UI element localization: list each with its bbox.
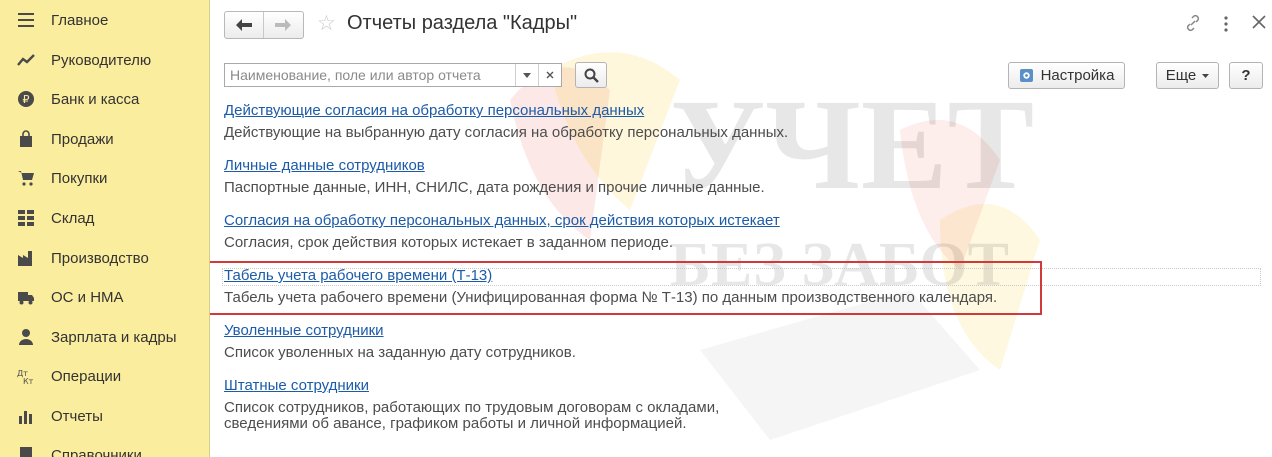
sidebar-item-label: Производство — [51, 249, 149, 267]
sidebar-item-purchases[interactable]: Покупки — [0, 161, 209, 195]
sidebar-item-label: Зарплата и кадры — [51, 328, 177, 346]
sidebar-item-manager[interactable]: Руководителю — [0, 43, 209, 77]
more-label: Еще — [1165, 67, 1197, 84]
search-input[interactable] — [225, 64, 515, 86]
settings-label: Настройка — [1040, 67, 1115, 84]
close-icon[interactable] — [1252, 15, 1266, 32]
sidebar-item-label: Справочники — [51, 446, 142, 457]
navigation-buttons — [224, 11, 304, 39]
star-favorite-icon[interactable]: ☆ — [317, 13, 336, 34]
settings-button[interactable]: Настройка — [1008, 62, 1125, 89]
settings-icon — [1019, 69, 1033, 82]
sidebar-item-label: Операции — [51, 367, 122, 385]
report-item: Личные данные сотрудников Паспортные дан… — [224, 157, 765, 196]
sidebar: Главное Руководителю ₽ Банк и касса Прод… — [0, 0, 210, 457]
book-icon — [15, 444, 37, 457]
arrow-left-icon — [236, 19, 252, 31]
bag-icon — [15, 128, 37, 150]
sidebar-item-operations[interactable]: Дт Кт Операции — [0, 359, 209, 393]
sidebar-item-label: Отчеты — [51, 407, 103, 425]
more-button[interactable]: Еще — [1156, 62, 1219, 89]
report-description-line2: сведениями об авансе, графиком работы и … — [224, 415, 687, 432]
sidebar-item-main[interactable]: Главное — [0, 3, 209, 37]
report-link[interactable]: Личные данные сотрудников — [224, 157, 765, 174]
main-content: УЧЕТ БЕЗ ЗАБОТ ☆ Отчеты раздела "Кадры" — [210, 0, 1272, 457]
report-description: Список уволенных на заданную дату сотруд… — [224, 344, 576, 361]
sidebar-item-label: ОС и НМА — [51, 288, 124, 306]
sidebar-item-label: Руководителю — [51, 51, 152, 69]
sidebar-item-label: Склад — [51, 209, 95, 227]
more-vertical-icon[interactable] — [1223, 15, 1229, 36]
find-button[interactable] — [575, 62, 607, 88]
report-link[interactable]: Штатные сотрудники — [224, 377, 719, 394]
dt-kt-icon: Дт Кт — [15, 365, 37, 387]
person-icon — [15, 326, 37, 348]
factory-icon — [15, 247, 37, 269]
forward-button[interactable] — [264, 12, 302, 38]
report-description: Паспортные данные, ИНН, СНИЛС, дата рожд… — [224, 179, 765, 196]
report-item: Действующие согласия на обработку персон… — [224, 102, 788, 141]
sidebar-item-bank[interactable]: ₽ Банк и касса — [0, 82, 209, 116]
ruble-coin-icon: ₽ — [15, 88, 37, 110]
sidebar-item-label: Главное — [51, 11, 109, 29]
menu-lines-icon — [15, 9, 37, 31]
sidebar-item-label: Банк и касса — [51, 90, 140, 108]
report-description: Действующие на выбранную дату согласия н… — [224, 124, 789, 141]
sidebar-item-label: Покупки — [51, 169, 108, 187]
sidebar-item-warehouse[interactable]: Склад — [0, 201, 209, 235]
search-field — [224, 63, 562, 87]
link-icon[interactable] — [1184, 14, 1202, 35]
cart-icon — [15, 167, 37, 189]
back-button[interactable] — [225, 12, 264, 38]
report-item: Штатные сотрудники Список сотрудников, р… — [224, 377, 719, 432]
report-description: Согласия, срок действия которых истекает… — [224, 234, 674, 251]
sidebar-item-fixed-assets[interactable]: ОС и НМА — [0, 280, 209, 314]
annotation-highlight-box — [210, 261, 1042, 315]
report-item: Уволенные сотрудники Список уволенных на… — [224, 322, 576, 361]
svg-text:Кт: Кт — [23, 377, 34, 385]
svg-text:₽: ₽ — [23, 93, 30, 106]
clear-icon — [546, 71, 554, 79]
report-item: Согласия на обработку персональных данны… — [224, 212, 780, 251]
chevron-down-icon — [1202, 73, 1210, 78]
sidebar-item-directories[interactable]: Справочники — [0, 438, 209, 457]
search-dropdown-button[interactable] — [515, 64, 538, 86]
report-link[interactable]: Согласия на обработку персональных данны… — [224, 212, 780, 229]
search-icon — [584, 68, 599, 83]
trend-icon — [15, 49, 37, 71]
grid-icon — [15, 207, 37, 229]
help-button[interactable]: ? — [1229, 62, 1263, 89]
page-title: Отчеты раздела "Кадры" — [347, 12, 578, 34]
search-clear-button[interactable] — [538, 64, 561, 86]
help-label: ? — [1241, 67, 1251, 84]
arrow-right-icon — [275, 19, 291, 31]
report-link[interactable]: Уволенные сотрудники — [224, 322, 576, 339]
report-description: Список сотрудников, работающих по трудов… — [224, 399, 720, 416]
sidebar-item-reports[interactable]: Отчеты — [0, 399, 209, 433]
sidebar-item-salary-hr[interactable]: Зарплата и кадры — [0, 320, 209, 354]
bar-chart-icon — [15, 405, 37, 427]
sidebar-item-production[interactable]: Производство — [0, 241, 209, 275]
report-link[interactable]: Действующие согласия на обработку персон… — [224, 102, 788, 119]
truck-icon — [15, 286, 37, 308]
sidebar-item-sales[interactable]: Продажи — [0, 122, 209, 156]
sidebar-item-label: Продажи — [51, 130, 114, 148]
chevron-down-icon — [523, 72, 531, 78]
